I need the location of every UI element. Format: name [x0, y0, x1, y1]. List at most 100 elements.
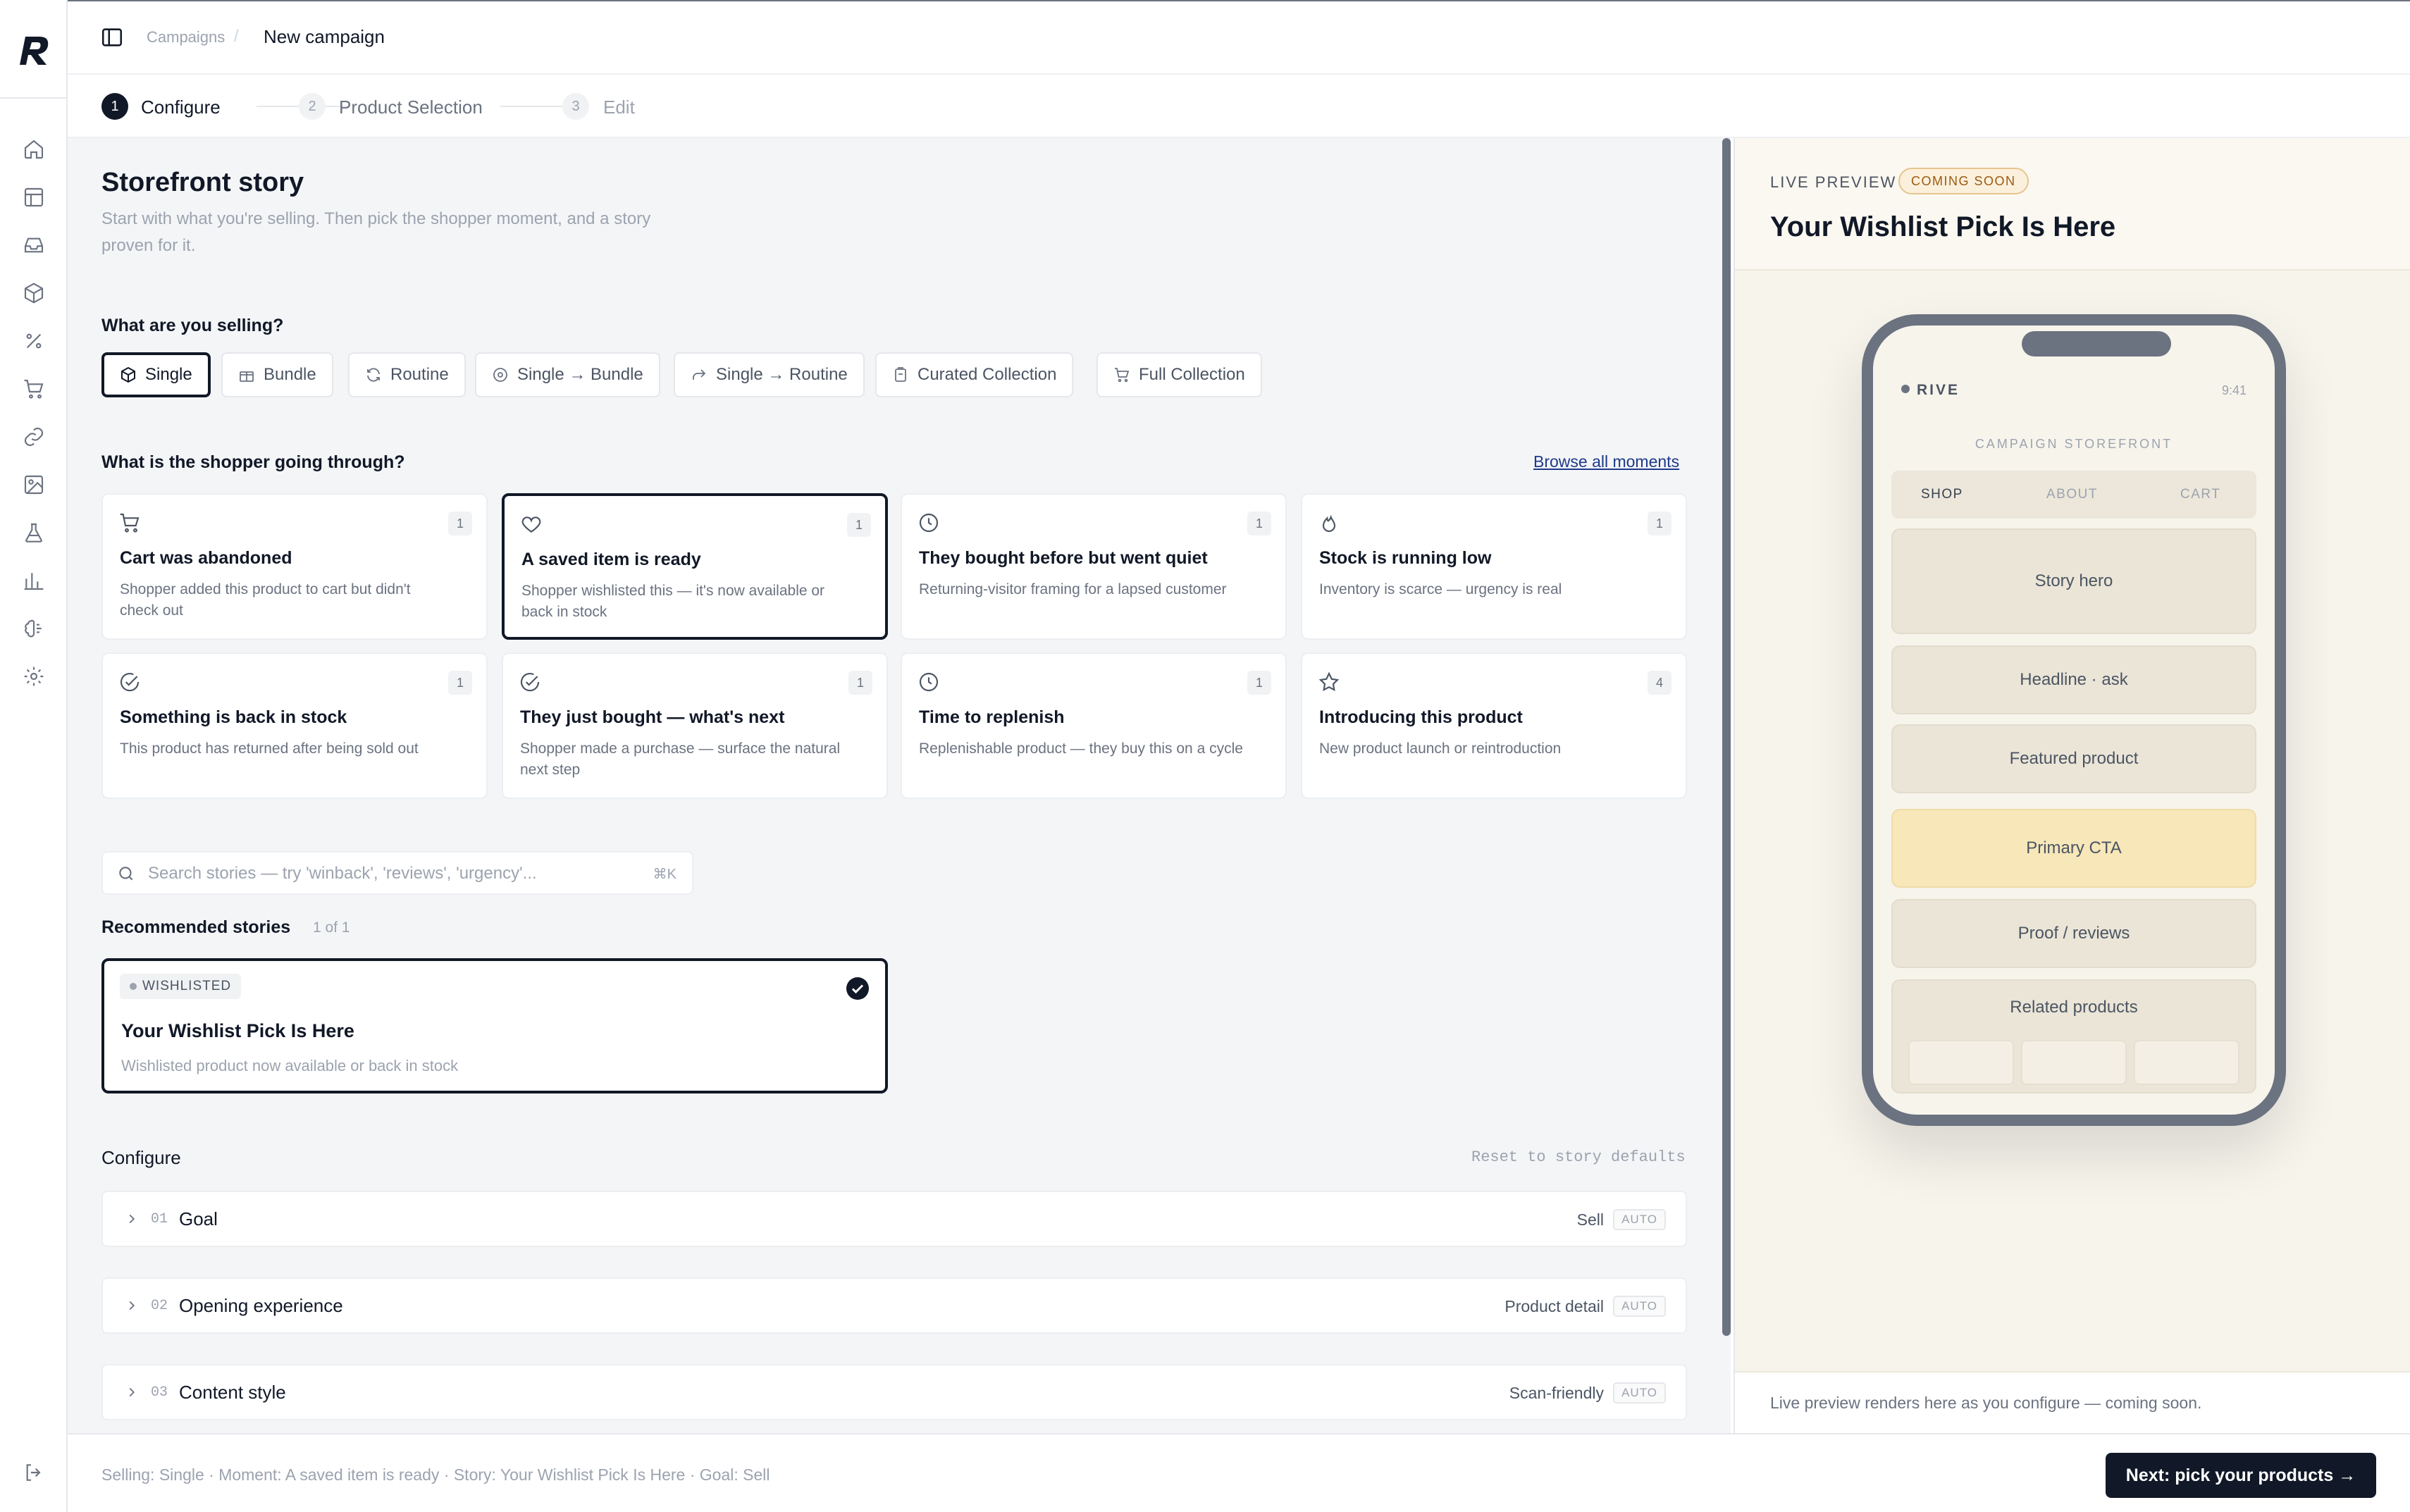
bar-chart-icon[interactable] [23, 569, 45, 592]
step-1-label[interactable]: Configure [141, 97, 221, 118]
clock-icon [917, 671, 940, 693]
moment-title: They just bought — what's next [520, 707, 785, 727]
step-1-number[interactable]: 1 [101, 93, 128, 120]
story-count-badge: 4 [1648, 671, 1671, 695]
page-title: Storefront story [101, 168, 304, 197]
step-2-number[interactable]: 2 [299, 93, 326, 120]
chip-label: Bundle [264, 365, 316, 384]
step-3-label[interactable]: Edit [603, 97, 635, 118]
preview-header: LIVE PREVIEW COMING SOON Your Wishlist P… [1735, 138, 2410, 271]
phone-storefront-label: CAMPAIGN STOREFRONT [1975, 437, 2173, 451]
story-card-wishlist-pick[interactable]: WISHLISTED Your Wishlist Pick Is Here Wi… [101, 958, 888, 1093]
live-preview-panel: LIVE PREVIEW COMING SOON Your Wishlist P… [1734, 138, 2410, 1433]
breadcrumb-current: New campaign [264, 26, 385, 47]
chip-bundle[interactable]: Bundle [221, 352, 333, 397]
phone-mockup: RIVE 9:41 CAMPAIGN STOREFRONT SHOP ABOUT… [1862, 314, 2286, 1126]
moment-card-stock-running-low[interactable]: 1 Stock is running low Inventory is scar… [1301, 493, 1687, 640]
related-product-placeholder [1908, 1040, 2014, 1085]
moment-title: Cart was abandoned [120, 548, 292, 568]
moment-title: A saved item is ready [521, 550, 701, 569]
moment-card-bought-before-quiet[interactable]: 1 They bought before but went quiet Retu… [901, 493, 1287, 640]
breadcrumb-campaigns[interactable]: Campaigns [147, 28, 225, 47]
sidebar-divider [0, 97, 68, 99]
heart-icon [520, 513, 543, 535]
percent-icon[interactable] [23, 330, 45, 352]
moment-description: Returning-visitor framing for a lapsed c… [919, 581, 1227, 597]
moment-title: Stock is running low [1319, 548, 1492, 568]
chip-label: Single → Bundle [517, 365, 643, 384]
config-row-name: Opening experience [179, 1295, 343, 1316]
config-row-goal[interactable]: 01 Goal Sell AUTO [101, 1191, 1687, 1247]
moment-card-saved-item-ready[interactable]: 1 A saved item is ready Shopper wishlist… [502, 493, 888, 640]
moment-card-time-to-replenish[interactable]: 1 Time to replenish Replenishable produc… [901, 652, 1287, 799]
story-title: Your Wishlist Pick Is Here [121, 1020, 354, 1041]
phone-block-related-products: Related products [1891, 979, 2256, 1093]
chip-curated-collection[interactable]: Curated Collection [875, 352, 1074, 397]
flask-icon[interactable] [23, 521, 45, 544]
image-icon[interactable] [23, 473, 45, 496]
chip-full-collection[interactable]: Full Collection [1096, 352, 1262, 397]
refresh-icon [365, 366, 382, 383]
moment-title: Something is back in stock [120, 707, 347, 727]
selection-summary: Selling: Single · Moment: A saved item i… [101, 1465, 770, 1484]
moment-card-introducing-product[interactable]: 4 Introducing this product New product l… [1301, 652, 1687, 799]
circle-plus-icon [492, 366, 509, 383]
logout-icon[interactable] [23, 1461, 45, 1484]
inbox-icon[interactable] [23, 234, 45, 256]
next-pick-products-button[interactable]: Next: pick your products → [2106, 1453, 2376, 1498]
chip-routine[interactable]: Routine [348, 352, 466, 397]
phone-tab-cart: CART [2180, 487, 2221, 502]
star-icon [1318, 671, 1340, 693]
related-product-placeholder [2134, 1040, 2239, 1085]
cube-icon[interactable] [23, 282, 45, 304]
story-search: ⌘K [101, 851, 693, 895]
config-row-number: 01 [151, 1211, 168, 1227]
config-row-content-style[interactable]: 03 Content style Scan-friendly AUTO [101, 1364, 1687, 1420]
moment-card-back-in-stock[interactable]: 1 Something is back in stock This produc… [101, 652, 488, 799]
reset-defaults-link[interactable]: Reset to story defaults [1471, 1148, 1686, 1166]
config-row-value: Product detail [1504, 1297, 1604, 1315]
story-count-badge: 1 [448, 512, 472, 535]
story-count-badge: 1 [847, 513, 871, 537]
cart-icon [1113, 366, 1130, 383]
chip-single[interactable]: Single [101, 352, 211, 397]
story-count-badge: 1 [448, 671, 472, 695]
story-tag: WISHLISTED [120, 974, 242, 999]
chip-single-to-routine[interactable]: Single → Routine [674, 352, 865, 397]
brand-dot [1901, 385, 1910, 393]
sidebar-toggle-icon[interactable] [100, 25, 124, 49]
story-description: Wishlisted product now available or back… [121, 1057, 459, 1074]
phone-block-headline: Headline · ask [1891, 645, 2256, 714]
step-3-number[interactable]: 3 [562, 93, 589, 120]
recommended-count: 1 of 1 [313, 919, 350, 936]
link-icon[interactable] [23, 426, 45, 448]
config-row-value: Scan-friendly [1509, 1384, 1604, 1402]
phone-brand-label: RIVE [1917, 382, 1960, 398]
brain-icon[interactable] [23, 617, 45, 640]
chip-single-to-bundle[interactable]: Single → Bundle [475, 352, 660, 397]
phone-block-proof-reviews: Proof / reviews [1891, 899, 2256, 968]
search-shortcut-hint: ⌘K [653, 867, 676, 882]
main-scrollbar[interactable] [1722, 138, 1731, 1336]
topbar: Campaigns / New campaign [68, 0, 2410, 75]
logo[interactable] [16, 32, 52, 69]
layout-icon[interactable] [23, 186, 45, 209]
settings-icon[interactable] [23, 665, 45, 688]
step-2-label[interactable]: Product Selection [339, 97, 483, 118]
cart-icon[interactable] [23, 378, 45, 400]
moment-card-cart-abandoned[interactable]: 1 Cart was abandoned Shopper added this … [101, 493, 488, 640]
phone-tab-shop: SHOP [1921, 487, 1963, 502]
stepper: 1 Configure 2 Product Selection 3 Edit [68, 75, 2410, 138]
sidebar [0, 0, 68, 1512]
step-connector [500, 106, 571, 107]
related-products-label: Related products [2010, 998, 2138, 1017]
moment-card-just-bought[interactable]: 1 They just bought — what's next Shopper… [502, 652, 888, 799]
browse-all-moments-link[interactable]: Browse all moments [1533, 452, 1679, 471]
chevron-right-icon [124, 1211, 140, 1227]
breadcrumb-separator: / [234, 27, 239, 46]
main-content: Storefront story Start with what you're … [68, 138, 1731, 1433]
home-icon[interactable] [23, 138, 45, 161]
story-search-input[interactable] [148, 862, 627, 885]
config-row-opening-experience[interactable]: 02 Opening experience Product detail AUT… [101, 1277, 1687, 1334]
cart-icon [118, 512, 141, 534]
